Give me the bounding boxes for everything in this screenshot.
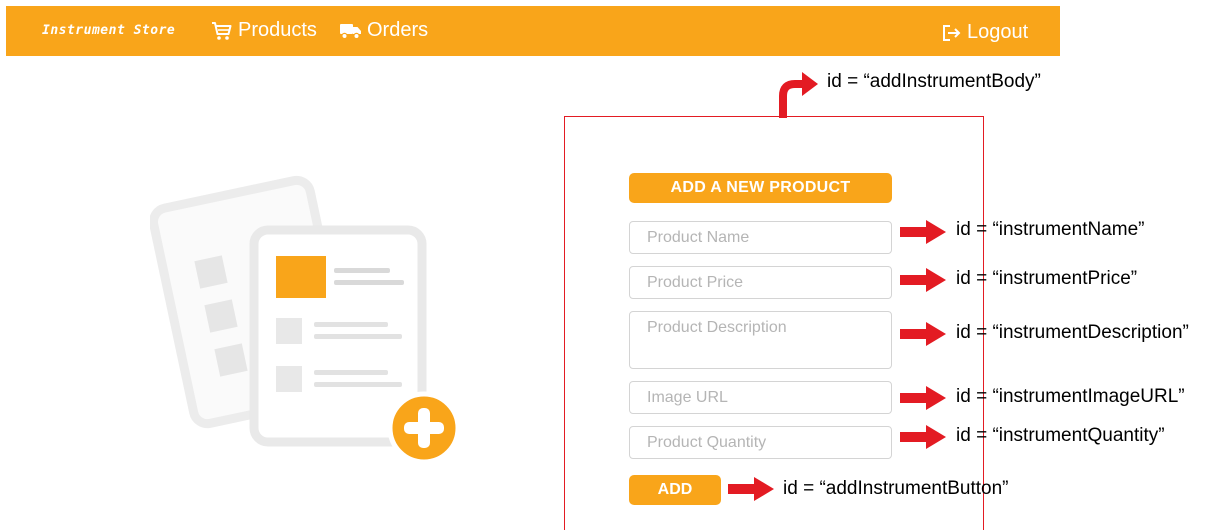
nav-orders-label: Orders (367, 19, 429, 41)
cart-icon (212, 21, 232, 40)
product-quantity-input[interactable] (629, 426, 892, 459)
nav-products[interactable]: Products (211, 19, 317, 42)
product-price-input[interactable] (629, 266, 892, 299)
arrow-right-icon (900, 268, 946, 292)
nav-logout[interactable]: Logout (942, 21, 1028, 44)
arrow-right-icon (900, 425, 946, 449)
form-title: ADD A NEW PRODUCT (629, 173, 892, 203)
arrow-right-icon (900, 386, 946, 410)
nav-products-label: Products (238, 19, 317, 41)
annotation-name-label: id = “instrumentName” (956, 219, 1145, 240)
product-name-input[interactable] (629, 221, 892, 254)
annotation-quantity-label: id = “instrumentQuantity” (956, 425, 1165, 446)
add-button[interactable]: ADD (629, 475, 721, 505)
product-description-input[interactable] (629, 311, 892, 369)
annotation-price-label: id = “instrumentPrice” (956, 268, 1138, 289)
logout-icon (943, 24, 961, 41)
annotation-description-label: id = “instrumentDescription” (956, 322, 1189, 343)
add-document-illustration (150, 175, 461, 465)
arrow-right-icon (900, 220, 946, 244)
annotation-button-label: id = “addInstrumentButton” (783, 478, 1009, 499)
curved-arrow-icon (779, 72, 818, 118)
annotation-image-label: id = “instrumentImageURL” (956, 386, 1185, 407)
arrow-right-icon (900, 322, 946, 346)
navbar: Instrument Store Products Orders Logout (6, 6, 1060, 56)
truck-icon (340, 23, 361, 39)
brand-logo[interactable]: Instrument Store (42, 23, 175, 38)
nav-orders[interactable]: Orders (340, 19, 428, 42)
nav-logout-label: Logout (967, 21, 1029, 43)
plus-circle-icon (387, 391, 461, 465)
arrow-right-icon (728, 477, 774, 501)
annotation-body-label: id = “addInstrumentBody” (827, 71, 1041, 92)
image-url-input[interactable] (629, 381, 892, 414)
